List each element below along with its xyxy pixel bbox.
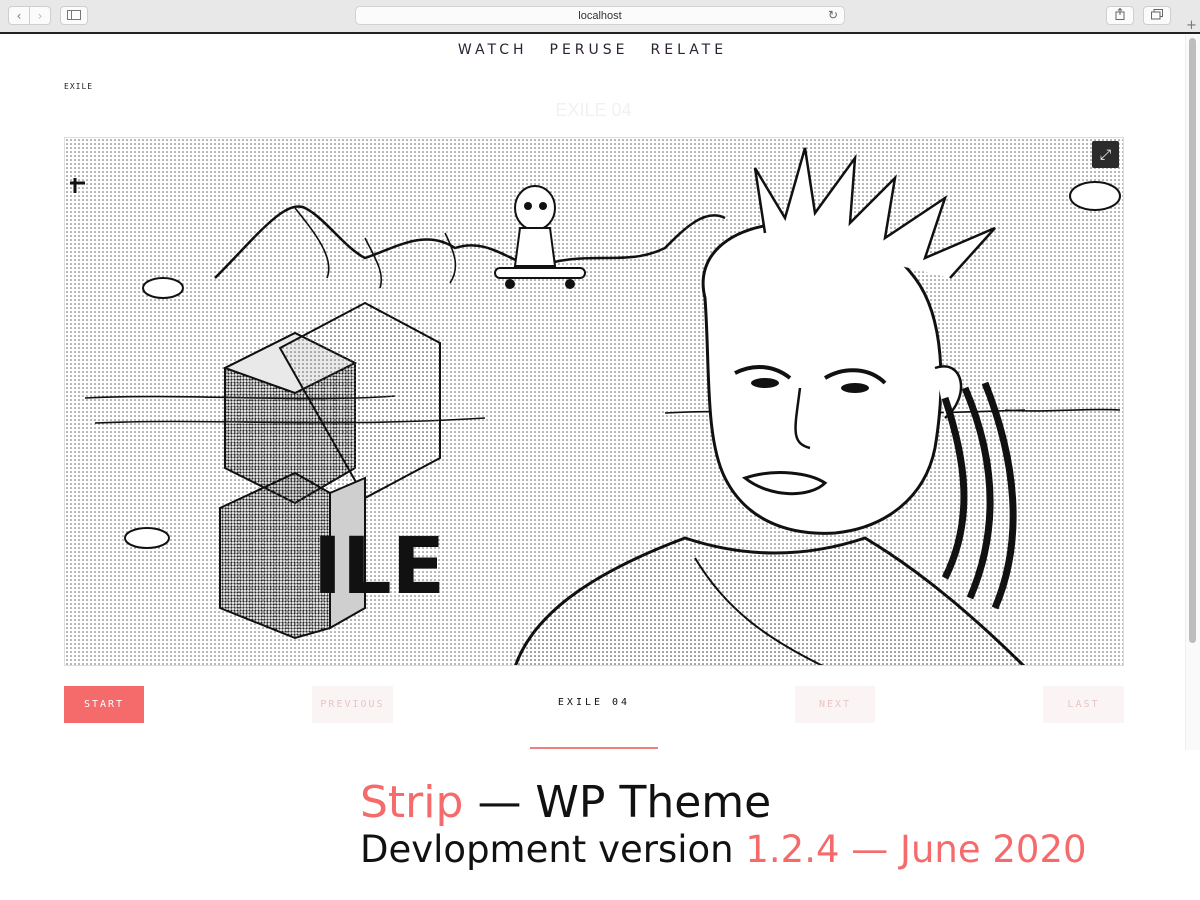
back-button[interactable]: ‹ — [8, 6, 30, 25]
share-button[interactable] — [1106, 6, 1134, 25]
sidebar-toggle-button[interactable] — [60, 6, 88, 25]
promo-banner: Strip — WP Theme Devlopment version 1.2.… — [360, 778, 1087, 872]
breadcrumb[interactable]: EXILE — [64, 82, 93, 91]
comic-image: ILE — [65, 138, 1123, 665]
promo-title-rest: — WP Theme — [477, 777, 772, 828]
comic-panel[interactable]: ILE — [64, 137, 1124, 666]
chevron-right-icon: › — [37, 8, 43, 23]
sidebar-icon — [67, 9, 81, 23]
chevron-left-icon: ‹ — [16, 8, 22, 23]
last-button[interactable]: LAST — [1043, 686, 1124, 723]
browser-toolbar: ‹ › localhost ↻ + — [0, 0, 1200, 33]
nav-relate[interactable]: RELATE — [651, 42, 728, 58]
promo-title: Strip — WP Theme — [360, 778, 1087, 828]
next-button[interactable]: NEXT — [795, 686, 875, 723]
expand-icon: ⤢ — [1099, 146, 1112, 163]
page-title: EXILE 04 — [555, 100, 632, 120]
promo-version: 1.2.4 — June 2020 — [745, 828, 1087, 871]
reload-icon[interactable]: ↻ — [828, 8, 838, 22]
share-icon — [1115, 7, 1125, 23]
scrollbar-thumb[interactable] — [1189, 38, 1196, 643]
site-nav: WATCH PERUSE RELATE — [0, 42, 1185, 58]
current-page-label: EXILE 04 — [557, 697, 631, 708]
address-bar[interactable]: localhost ↻ — [355, 6, 845, 25]
nav-peruse[interactable]: PERUSE — [550, 42, 629, 58]
fullscreen-button[interactable]: ⤢ — [1092, 141, 1119, 168]
address-text: localhost — [578, 9, 622, 22]
promo-version-line: Devlopment version 1.2.4 — June 2020 — [360, 828, 1087, 872]
tabs-icon — [1151, 8, 1163, 23]
top-border — [0, 32, 1200, 34]
panel-logo-text: ILE — [313, 522, 445, 612]
section-divider — [530, 747, 658, 749]
forward-button[interactable]: › — [29, 6, 51, 25]
nav-watch[interactable]: WATCH — [458, 42, 528, 58]
start-button[interactable]: START — [64, 686, 144, 723]
show-tabs-button[interactable] — [1143, 6, 1171, 25]
promo-brand: Strip — [360, 777, 464, 828]
promo-dev-label: Devlopment version — [360, 828, 734, 871]
previous-button[interactable]: PREVIOUS — [312, 686, 393, 723]
